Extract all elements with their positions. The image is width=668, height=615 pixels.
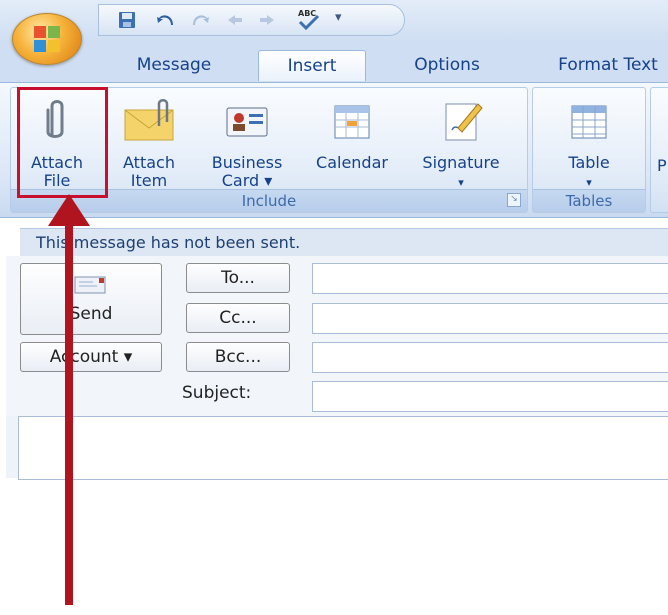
bcc-field[interactable] — [312, 342, 668, 373]
tab-message[interactable]: Message — [120, 50, 228, 80]
tables-group-label: Tables — [533, 189, 645, 212]
calendar-button[interactable]: Calendar — [303, 96, 401, 172]
to-button[interactable]: To... — [186, 263, 290, 293]
office-logo-icon — [34, 26, 60, 52]
to-field[interactable] — [312, 263, 668, 294]
bcc-button[interactable]: Bcc... — [186, 342, 290, 372]
window-left-edge — [6, 416, 18, 478]
undo-icon[interactable] — [155, 11, 175, 29]
tab-insert[interactable]: Insert — [258, 50, 366, 81]
calendar-icon — [334, 105, 370, 139]
subject-field[interactable] — [312, 381, 668, 412]
account-button[interactable]: Account ▾ — [20, 342, 162, 372]
send-label: Send — [69, 304, 113, 324]
attach-item-label-1: Attach — [123, 153, 175, 172]
business-card-label-1: Business — [211, 153, 283, 172]
business-card-label-2: Card ▾ — [221, 171, 273, 190]
business-card-button[interactable]: Business Card ▾ — [199, 96, 295, 190]
customize-qat-icon[interactable]: ▾ — [335, 10, 342, 25]
cc-button[interactable]: Cc... — [186, 303, 290, 333]
calendar-label: Calendar — [316, 153, 388, 172]
signature-icon — [445, 103, 483, 141]
send-button[interactable]: Send — [20, 263, 162, 335]
attach-file-highlight — [17, 87, 108, 198]
tab-format-text[interactable]: Format Text — [538, 50, 668, 80]
envelope-clip-icon — [124, 99, 174, 141]
tab-options[interactable]: Options — [392, 50, 502, 80]
table-label: Table — [568, 153, 610, 172]
next-item-icon[interactable] — [257, 11, 277, 29]
quick-access-toolbar: ABC ▾ — [98, 4, 405, 36]
tables-group: Table ▾ Tables — [532, 87, 646, 213]
partial-button-label[interactable]: P — [657, 156, 667, 175]
previous-item-icon[interactable] — [225, 11, 245, 29]
annotation-arrow-shaft — [65, 222, 73, 605]
subject-label: Subject: — [182, 383, 252, 403]
office-button[interactable] — [12, 13, 82, 65]
signature-label: Signature — [422, 153, 500, 172]
table-icon — [571, 105, 607, 139]
table-button[interactable]: Table ▾ — [543, 96, 635, 192]
cc-field[interactable] — [312, 303, 668, 334]
signature-button[interactable]: Signature ▾ — [411, 96, 511, 192]
spelling-icon[interactable]: ABC — [295, 8, 321, 30]
dialog-launcher-icon[interactable]: ↘ — [507, 193, 521, 207]
send-envelope-icon — [74, 276, 106, 294]
message-body[interactable] — [18, 416, 668, 480]
redo-icon[interactable] — [191, 11, 211, 29]
ribbon-tabs: Message Insert Options Format Text — [0, 42, 668, 82]
table-dropdown-icon: ▾ — [586, 176, 592, 189]
info-bar-text: This message has not been sent. — [36, 233, 301, 252]
svg-text:ABC: ABC — [298, 9, 316, 18]
business-card-icon — [226, 107, 268, 137]
next-group-partial: P — [650, 87, 668, 213]
signature-dropdown-icon: ▾ — [458, 176, 464, 189]
save-icon[interactable] — [117, 11, 137, 29]
attach-item-button[interactable]: Attach Item — [109, 96, 189, 190]
attach-item-label-2: Item — [130, 171, 168, 190]
